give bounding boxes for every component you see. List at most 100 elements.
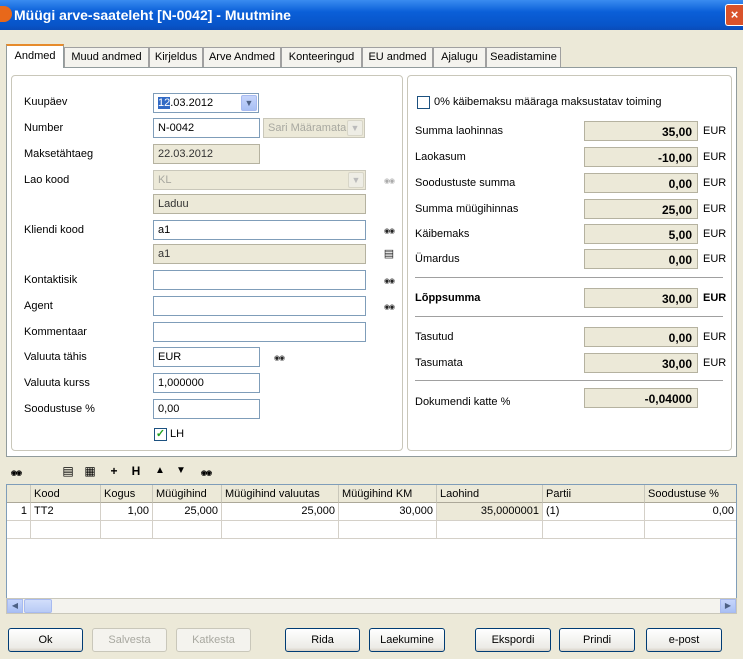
add-row-button[interactable]: + [106,463,122,479]
row-search-icon[interactable] [198,463,214,479]
warehouse-dropdown-button: ▼ [348,172,364,188]
total-amount: 30,00 [584,288,698,308]
empty-cell[interactable] [101,521,153,539]
print-button[interactable]: Prindi [559,628,635,652]
email-button[interactable]: e-post [646,628,722,652]
empty-cell [7,521,31,539]
client-card-icon[interactable]: ▤ [381,246,397,262]
client-search-icon[interactable] [381,222,397,238]
table-cell[interactable]: 25,000 [153,503,222,521]
currency-field[interactable]: EUR [153,347,260,367]
empty-cell[interactable] [153,521,222,539]
agent-label: Agent [24,300,53,312]
agent-field[interactable] [153,296,366,316]
date-selected-part: 12 [158,97,171,109]
due-date-label: Maksetähtaeg [24,148,94,160]
empty-cell[interactable] [437,521,543,539]
row-index: 1 [7,503,31,521]
tab-andmed[interactable]: Andmed [6,44,64,68]
grid-header[interactable]: Müügihind valuutas [222,485,339,503]
discount-field[interactable]: 0,00 [153,399,260,419]
zero-vat-label: 0% käibemaksu määraga maksustatav toimin… [434,96,662,108]
comment-field[interactable] [153,322,366,342]
move-up-button[interactable]: ▲ [152,463,168,479]
tab-arve-andmed[interactable]: Arve Andmed [203,47,281,67]
empty-cell[interactable] [543,521,645,539]
empty-cell[interactable] [222,521,339,539]
grid-header[interactable]: Partii [543,485,645,503]
contact-search-icon[interactable] [381,272,397,288]
currency-unit: EUR [703,228,727,240]
scroll-left-icon[interactable]: ◀ [7,599,23,613]
unpaid-amount: 30,00 [584,353,698,373]
rate-field[interactable]: 1,000000 [153,373,260,393]
date-field[interactable]: 12.03.2012 ▼ [153,93,259,113]
grid-header[interactable]: Müügihind KM [339,485,437,503]
tab-kirjeldus[interactable]: Kirjeldus [149,47,203,67]
empty-cell[interactable] [339,521,437,539]
find-icon[interactable] [8,463,24,479]
scroll-thumb[interactable] [24,599,52,613]
empty-cell[interactable] [645,521,736,539]
lh-checkbox[interactable]: ✓ [154,428,167,441]
vat-amount: 5,00 [584,224,698,244]
contact-field[interactable] [153,270,366,290]
grid-header[interactable]: Kogus [101,485,153,503]
grid-header[interactable]: Soodustuse % [645,485,736,503]
grid-header[interactable]: Müügihind [153,485,222,503]
table-cell[interactable]: (1) [543,503,645,521]
table-icon[interactable]: ▦ [82,463,98,479]
sales-sum-amount: 25,00 [584,199,698,219]
currency-unit: EUR [703,151,727,163]
tab-seadistamine[interactable]: Seadistamine [486,47,561,67]
tab-muud-andmed[interactable]: Muud andmed [64,47,149,67]
receipt-button[interactable]: Laekumine [369,628,445,652]
grid-header[interactable]: Laohind [437,485,543,503]
table-cell[interactable]: TT2 [31,503,101,521]
agent-search-icon[interactable] [381,298,397,314]
date-dropdown-button[interactable]: ▼ [241,95,257,111]
table-cell[interactable]: 0,00 [645,503,736,521]
table-cell[interactable]: 25,000 [222,503,339,521]
client-code-field[interactable]: a1 [153,220,366,240]
warehouse-name-field: Laduu [153,194,366,214]
discount-label: Soodustuse % [24,403,95,415]
due-date-field: 22.03.2012 [153,144,260,164]
horizontal-scrollbar[interactable]: ◀ ▶ [6,598,737,614]
empty-cell[interactable] [31,521,101,539]
rounding-amount: 0,00 [584,249,698,269]
number-field[interactable]: N-0042 [153,118,260,138]
app-icon [0,6,12,22]
table-cell[interactable]: 1,00 [101,503,153,521]
tab-konteeringud[interactable]: Konteeringud [281,47,362,67]
title-bar: Müügi arve-saateleht [N-0042] - Muutmine… [0,0,743,30]
warehouse-search-icon [381,172,397,188]
tab-eu-andmed[interactable]: EU andmed [362,47,433,67]
currency-unit: EUR [703,292,727,304]
vat-label: Käibemaks [415,228,470,240]
zero-vat-checkbox[interactable] [417,96,430,109]
tab-ajalugu[interactable]: Ajalugu [433,47,486,67]
list-icon[interactable]: ▤ [60,463,76,479]
table-cell: 35,0000001 [437,503,543,521]
stock-value-label: Summa laohinnas [415,125,504,137]
currency-search-icon[interactable] [271,349,287,365]
move-down-button[interactable]: ▼ [173,463,189,479]
divider [415,380,723,381]
ok-button[interactable]: Ok [8,628,83,652]
row-button[interactable]: Rida [285,628,360,652]
stock-profit-amount: -10,00 [584,147,698,167]
rounding-label: Ümardus [415,253,460,265]
table-cell[interactable]: 30,000 [339,503,437,521]
series-value: Sari Määramata [268,122,347,134]
close-button[interactable]: × [725,4,743,26]
export-button[interactable]: Ekspordi [475,628,551,652]
grid-header[interactable]: Kood [31,485,101,503]
total-label: Lõppsumma [415,292,481,304]
totals-group: 0% käibemaksu määraga maksustatav toimin… [407,75,732,451]
scroll-right-icon[interactable]: ▶ [720,599,736,613]
save-button: Salvesta [92,628,167,652]
grid-header-index [7,485,31,503]
rows-grid[interactable]: Kood Kogus Müügihind Müügihind valuutas … [6,484,737,612]
header-row-button[interactable]: H [128,463,144,479]
